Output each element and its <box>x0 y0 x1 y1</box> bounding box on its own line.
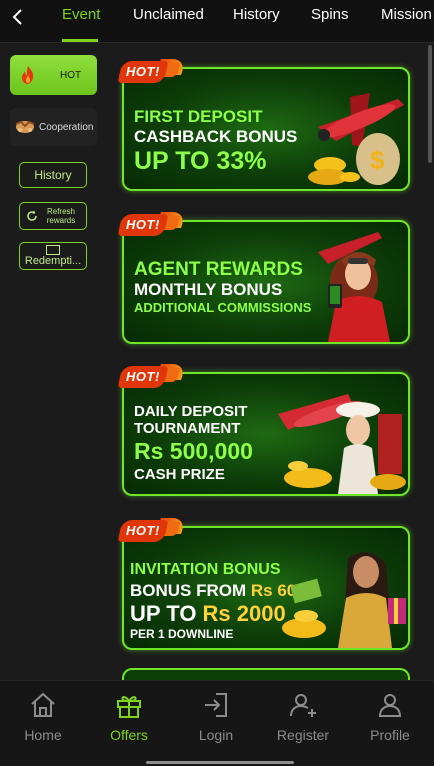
nav-home[interactable]: Home <box>0 681 86 766</box>
home-indicator <box>146 761 294 764</box>
category-hot-label: HOT <box>60 69 82 81</box>
airplane-coins-illustration: $ <box>308 93 404 185</box>
add-user-icon <box>290 694 316 717</box>
chevron-left-icon <box>12 9 22 25</box>
redemption-button[interactable]: Redempti... <box>19 242 87 270</box>
woman-gifts-illustration <box>282 552 406 648</box>
top-tab-bar: Event Unclaimed History Spins Mission <box>0 0 434 43</box>
category-cooperation-label: Cooperation <box>39 121 94 133</box>
refresh-icon <box>27 210 37 221</box>
handshake-icon <box>15 120 35 133</box>
hot-tag: HOT! <box>117 516 187 546</box>
nav-login-label: Login <box>198 727 234 743</box>
bottom-navigation: Home Offers Login Register Profile <box>0 680 434 766</box>
nav-register[interactable]: Register <box>260 681 346 766</box>
nav-register-label: Register <box>276 727 330 743</box>
back-button[interactable] <box>6 6 28 28</box>
hot-tag: HOT! <box>117 57 187 87</box>
nav-offers[interactable]: Offers <box>86 681 172 766</box>
category-hot[interactable]: HOT <box>10 55 97 95</box>
banner-line1: FIRST DEPOSIT <box>134 107 263 126</box>
banner-line3: Rs 500,000 <box>134 438 253 464</box>
nav-offers-label: Offers <box>110 727 148 743</box>
banner-line4: CASH PRIZE <box>134 466 225 483</box>
home-icon <box>31 692 55 717</box>
gift-icon <box>117 696 141 718</box>
active-tab-indicator <box>62 39 98 42</box>
pilot-woman-coins-illustration <box>278 394 406 494</box>
tab-history[interactable]: History <box>233 0 280 42</box>
aviator-woman-illustration <box>318 232 390 342</box>
nav-profile-label: Profile <box>370 727 410 743</box>
nav-home-label: Home <box>24 727 62 743</box>
refresh-rewards-button[interactable]: Refresh rewards <box>19 202 87 230</box>
tab-event[interactable]: Event <box>62 0 100 42</box>
hot-tag: HOT! <box>117 362 187 392</box>
login-icon <box>205 693 227 717</box>
history-button[interactable]: History <box>19 162 87 188</box>
tab-unclaimed[interactable]: Unclaimed <box>133 0 204 42</box>
refresh-rewards-label: Refresh rewards <box>46 207 76 225</box>
banner-line4: PER 1 DOWNLINE <box>130 627 234 641</box>
scrollbar[interactable] <box>428 45 432 163</box>
nav-profile[interactable]: Profile <box>347 681 433 766</box>
user-icon <box>378 694 402 717</box>
flame-icon <box>22 66 34 84</box>
svg-text:$: $ <box>370 145 385 175</box>
category-cooperation[interactable]: Cooperation <box>10 108 97 146</box>
banner-line3: UP TO 33% <box>134 147 267 175</box>
banner-line1: DAILY DEPOSIT <box>134 403 248 420</box>
tab-mission[interactable]: Mission <box>381 0 432 42</box>
voucher-icon <box>46 245 60 255</box>
nav-login[interactable]: Login <box>173 681 259 766</box>
tab-spins[interactable]: Spins <box>311 0 349 42</box>
hot-tag: HOT! <box>117 210 187 240</box>
redemption-label: Redempti... <box>24 255 82 267</box>
banner-line2: TOURNAMENT <box>134 420 241 437</box>
